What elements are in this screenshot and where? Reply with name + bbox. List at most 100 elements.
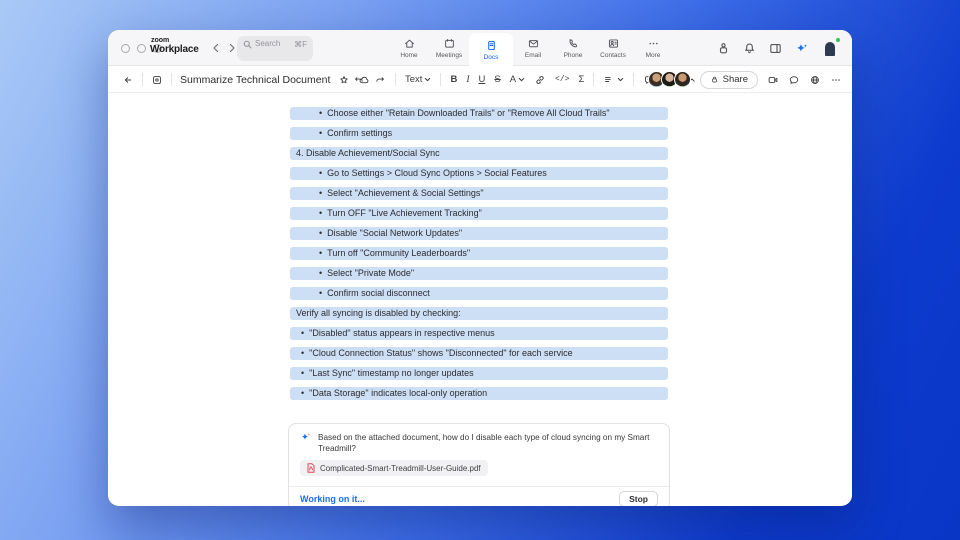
formula-button[interactable]: Σ	[578, 74, 584, 85]
doc-line-text: Select "Achievement & Social Settings"	[327, 188, 484, 198]
text-style-dropdown[interactable]: Text	[405, 74, 431, 85]
divider	[171, 73, 172, 86]
minimize-window-button[interactable]	[137, 44, 146, 53]
stop-button[interactable]: Stop	[619, 490, 658, 506]
link-icon[interactable]	[534, 74, 546, 86]
bullet-marker: •	[301, 328, 305, 338]
tab-contacts[interactable]: Contacts	[593, 30, 633, 66]
list-style-dropdown[interactable]	[603, 74, 624, 86]
redo-icon[interactable]	[374, 74, 386, 86]
zoom-workplace-window: zoom Workplace Search ⌘F Home Meetings D…	[108, 30, 852, 506]
search-placeholder: Search	[255, 39, 281, 48]
bullet-marker: •	[319, 288, 323, 298]
search-shortcut: ⌘F	[294, 40, 307, 49]
doc-line[interactable]: • "Disabled" status appears in respective…	[290, 327, 668, 340]
clock-button[interactable]	[716, 41, 731, 56]
tab-phone[interactable]: Phone	[553, 30, 593, 66]
more-options-icon[interactable]	[830, 74, 842, 86]
doc-line[interactable]: • Disable "Social Network Updates"	[290, 227, 668, 240]
doc-line[interactable]: • Turn off "Community Leaderboards"	[290, 247, 668, 260]
text-color-dropdown[interactable]: A	[510, 74, 525, 85]
doc-line-text: Choose either "Retain Downloaded Trails"…	[327, 108, 610, 118]
ai-card-footer: Working on it... Stop	[289, 486, 669, 506]
tab-home[interactable]: Home	[389, 30, 429, 66]
bullet-marker: •	[319, 188, 323, 198]
calendar-icon	[444, 38, 454, 48]
doc-line-text: Turn off "Community Leaderboards"	[327, 248, 471, 258]
history-back-button[interactable]	[209, 41, 223, 55]
presence-status-dot	[835, 37, 841, 43]
doc-line[interactable]: • Select "Achievement & Social Settings"	[290, 187, 668, 200]
notifications-button[interactable]	[742, 41, 757, 56]
ai-companion-button[interactable]	[794, 41, 809, 56]
bullet-marker: •	[319, 108, 323, 118]
attachment-chip[interactable]: Complicated-Smart-Treadmill-User-Guide.p…	[300, 460, 488, 476]
global-search-input[interactable]: Search ⌘F	[237, 36, 313, 61]
back-arrow-icon[interactable]	[122, 74, 134, 86]
user-avatar[interactable]	[820, 37, 841, 58]
bullet-marker: •	[319, 228, 323, 238]
bold-button[interactable]: B	[450, 74, 457, 85]
document-canvas[interactable]: • Choose either "Retain Downloaded Trails…	[108, 93, 852, 506]
home-icon	[404, 39, 414, 48]
collaborator-avatars[interactable]	[647, 71, 691, 88]
doc-line[interactable]: • Select "Private Mode"	[290, 267, 668, 280]
pdf-file-icon	[307, 463, 315, 473]
doc-line[interactable]: • Go to Settings > Cloud Sync Options > S…	[290, 167, 668, 180]
tab-email[interactable]: Email	[513, 30, 553, 66]
divider	[593, 73, 595, 86]
doc-line[interactable]: 4. Disable Achievement/Social Sync	[290, 147, 668, 160]
ai-sparkle-icon	[301, 433, 311, 440]
underline-button[interactable]: U	[478, 74, 485, 85]
code-block-button[interactable]: </>	[555, 75, 569, 84]
bullet-marker: •	[301, 348, 305, 358]
collaborator-avatar	[673, 71, 691, 88]
tab-docs[interactable]: Docs	[469, 33, 513, 66]
divider	[633, 73, 635, 86]
divider	[142, 73, 143, 86]
document-title[interactable]: Summarize Technical Document	[180, 74, 330, 86]
chat-bubble-icon[interactable]	[788, 74, 800, 86]
topbar-right-actions	[716, 30, 841, 66]
strikethrough-button[interactable]: S	[494, 74, 500, 85]
doc-line[interactable]: • "Cloud Connection Status" shows "Discon…	[290, 347, 668, 360]
doc-line[interactable]: • Confirm social disconnect	[290, 287, 668, 300]
tab-more[interactable]: More	[633, 30, 673, 66]
close-window-button[interactable]	[121, 44, 130, 53]
share-button[interactable]: Share	[699, 70, 758, 89]
ai-sparkle-icon	[797, 43, 808, 52]
doc-line-text: Verify all syncing is disabled by checki…	[296, 308, 461, 318]
bullet-marker: •	[319, 168, 323, 178]
tab-meetings[interactable]: Meetings	[429, 30, 469, 66]
side-panel-button[interactable]	[768, 41, 783, 56]
chevron-down-icon	[518, 77, 525, 82]
doc-line-text: 4. Disable Achievement/Social Sync	[296, 148, 440, 158]
bullet-marker: •	[301, 368, 305, 378]
chevron-left-icon	[213, 43, 219, 53]
bullet-marker: •	[319, 268, 323, 278]
globe-icon[interactable]	[809, 74, 821, 86]
italic-button[interactable]: I	[466, 75, 469, 85]
doc-line-text: Go to Settings > Cloud Sync Options > So…	[327, 168, 547, 178]
document-toolbar: Summarize Technical Document Text B I U …	[108, 66, 852, 93]
bell-icon	[745, 42, 754, 53]
chevron-down-icon	[425, 77, 431, 82]
app-top-bar: zoom Workplace Search ⌘F Home Meetings D…	[108, 30, 852, 66]
doc-home-icon[interactable]	[151, 74, 163, 86]
doc-line-text: Disable "Social Network Updates"	[327, 228, 463, 238]
undo-icon[interactable]	[353, 74, 365, 86]
doc-line-text: Select "Private Mode"	[327, 268, 415, 278]
star-icon[interactable]	[338, 74, 350, 86]
doc-line[interactable]: • Turn OFF "Live Achievement Tracking"	[290, 207, 668, 220]
doc-line-text: Confirm settings	[327, 128, 393, 138]
doc-line[interactable]: • "Last Sync" timestamp no longer updates	[290, 367, 668, 380]
email-icon	[528, 40, 538, 48]
doc-line[interactable]: • "Data Storage" indicates local-only ope…	[290, 387, 668, 400]
chevron-right-icon	[229, 43, 235, 53]
doc-line[interactable]: Verify all syncing is disabled by checki…	[290, 307, 668, 320]
ai-status-text: Working on it...	[300, 493, 365, 504]
formatting-toolbar: Text B I U S A </> Σ	[353, 66, 698, 93]
doc-line[interactable]: • Choose either "Retain Downloaded Trails…	[290, 107, 668, 120]
video-camera-icon[interactable]	[767, 74, 779, 86]
doc-line[interactable]: • Confirm settings	[290, 127, 668, 140]
